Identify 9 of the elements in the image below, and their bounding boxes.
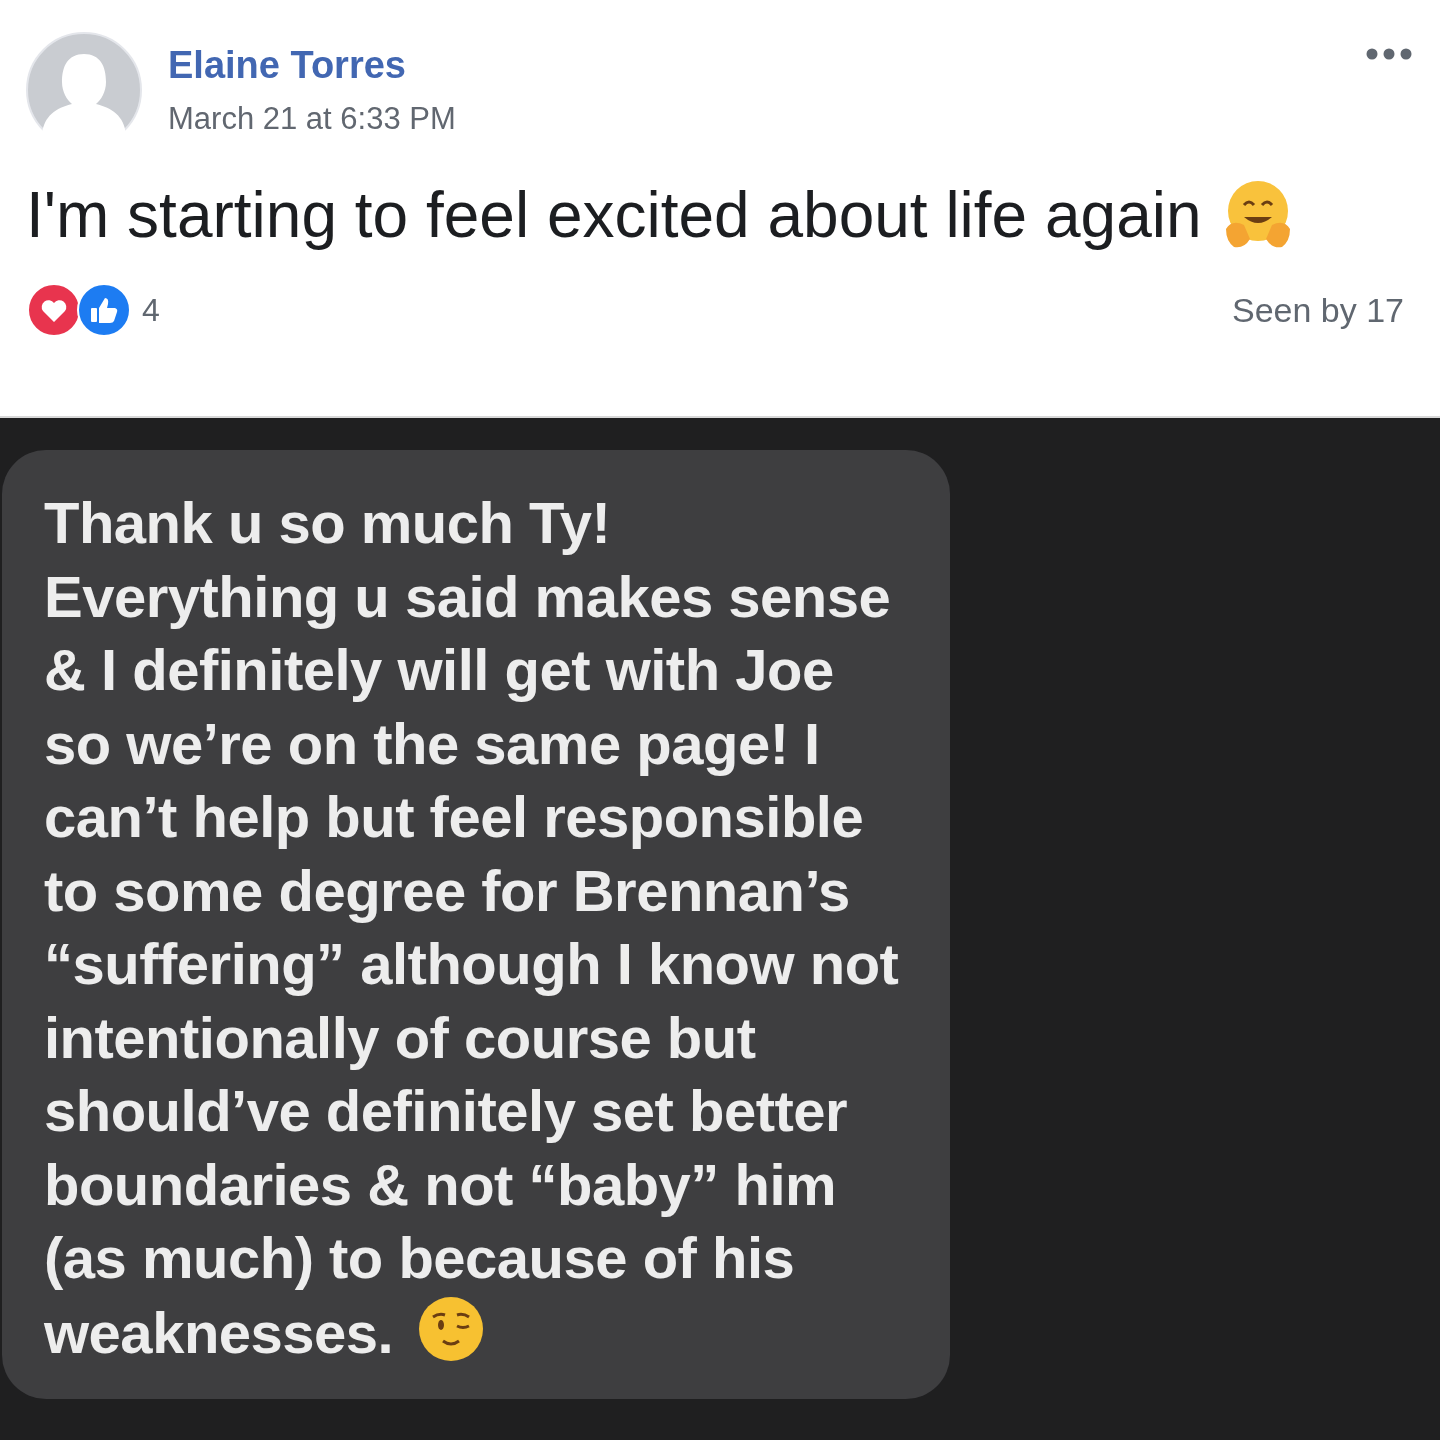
more-icon[interactable] <box>1366 48 1412 60</box>
winking-face-icon <box>417 1294 486 1363</box>
post-text: I'm starting to feel excited about life again <box>26 178 1202 252</box>
post-timestamp[interactable]: March 21 at 6:33 PM <box>168 100 456 137</box>
reaction-count[interactable]: 4 <box>142 291 160 329</box>
author-name[interactable]: Elaine Torres <box>168 43 406 87</box>
message-text: weaknesses. <box>44 1299 394 1365</box>
seen-by-count[interactable]: Seen by 17 <box>1231 290 1404 330</box>
thumbs-up-reaction-icon[interactable] <box>76 282 132 338</box>
